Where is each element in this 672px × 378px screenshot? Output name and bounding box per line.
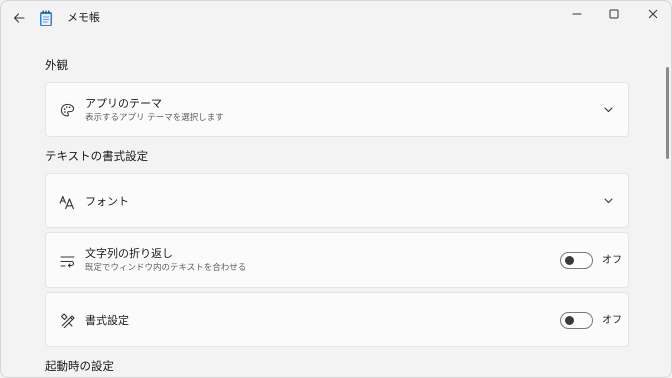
- back-arrow-icon: [13, 13, 25, 23]
- scrollbar-thumb[interactable]: [666, 67, 669, 159]
- section-heading-text-format: テキストの書式設定: [45, 149, 149, 163]
- section-heading-startup: 起動時の設定: [45, 359, 114, 373]
- font-icon: [59, 194, 75, 210]
- word-wrap-toggle[interactable]: [560, 252, 593, 269]
- notepad-icon: [40, 10, 52, 26]
- app-title: メモ帳: [67, 11, 100, 24]
- minimize-button[interactable]: [565, 6, 589, 22]
- title-bar: メモ帳: [1, 1, 671, 35]
- theme-setting-card[interactable]: アプリのテーマ 表示するアプリ テーマを選択します: [45, 82, 629, 137]
- section-heading-appearance: 外観: [45, 58, 68, 72]
- theme-title: アプリのテーマ: [85, 97, 162, 110]
- word-wrap-setting-card: 文字列の折り返し 既定でウィンドウ内のテキストを合わせる オフ: [45, 232, 629, 288]
- formatting-state-label: オフ: [602, 315, 622, 326]
- theme-subtitle: 表示するアプリ テーマを選択します: [85, 113, 224, 123]
- word-wrap-subtitle: 既定でウィンドウ内のテキストを合わせる: [85, 263, 247, 273]
- font-setting-card[interactable]: フォント: [45, 173, 629, 228]
- formatting-setting-card: 書式設定 オフ: [45, 292, 629, 347]
- word-wrap-state-label: オフ: [602, 255, 622, 266]
- word-wrap-icon: [59, 253, 75, 269]
- formatting-toggle[interactable]: [560, 312, 593, 329]
- toggle-knob: [565, 316, 574, 325]
- palette-icon: [59, 102, 75, 118]
- formatting-icon: [59, 312, 75, 328]
- chevron-down-icon[interactable]: [602, 195, 614, 207]
- formatting-title: 書式設定: [85, 314, 129, 327]
- close-icon: [648, 9, 658, 19]
- font-title: フォント: [85, 195, 129, 208]
- notepad-settings-window: メモ帳 外観 アプリのテーマ 表示するアプリ テーマを選択します テキストの書式…: [0, 0, 672, 378]
- minimize-icon: [572, 13, 582, 15]
- chevron-down-icon[interactable]: [602, 104, 614, 116]
- close-button[interactable]: [641, 6, 665, 22]
- toggle-knob: [565, 256, 574, 265]
- word-wrap-title: 文字列の折り返し: [85, 247, 173, 260]
- maximize-icon: [609, 9, 619, 19]
- back-button[interactable]: [9, 8, 29, 28]
- maximize-button[interactable]: [602, 6, 626, 22]
